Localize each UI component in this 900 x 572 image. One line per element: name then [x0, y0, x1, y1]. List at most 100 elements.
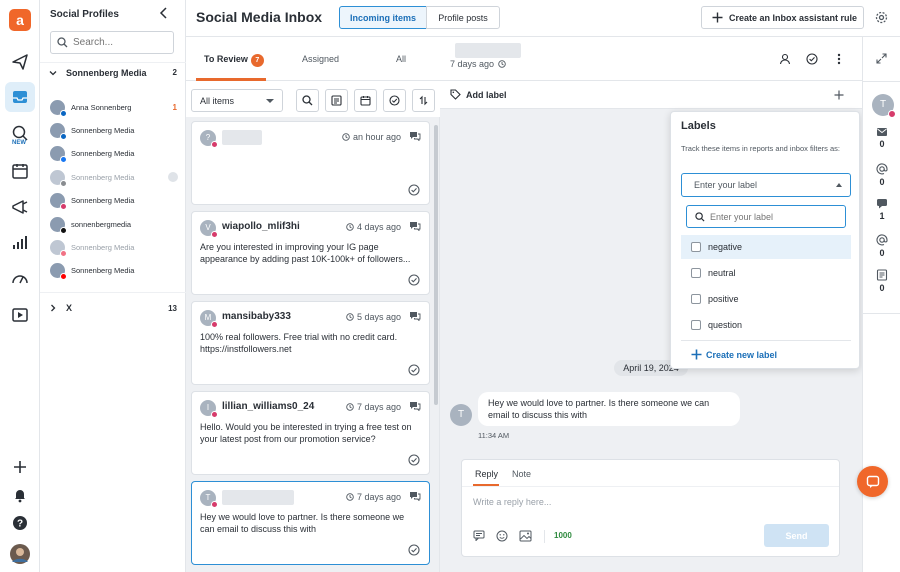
profile-group-sonnenberg[interactable]: Sonnenberg Media 2 [40, 62, 186, 82]
tab-profile-posts[interactable]: Profile posts [426, 6, 500, 29]
label-select[interactable]: Enter your label [681, 173, 851, 197]
tab-incoming-items[interactable]: Incoming items [339, 6, 427, 29]
add-icon[interactable] [5, 452, 35, 482]
image-attach-icon[interactable] [519, 530, 532, 542]
profile-item[interactable]: sonnenbergmedia [40, 214, 186, 234]
profile-item[interactable]: Sonnenberg Media [40, 191, 186, 211]
reply-composer: Reply Note 1000 Send [461, 459, 840, 557]
tab-reply[interactable]: Reply [475, 469, 498, 479]
checkbox[interactable] [691, 268, 701, 278]
label-option-question[interactable]: question [681, 313, 851, 337]
calendar-icon [360, 95, 371, 106]
svg-text:?: ? [17, 519, 23, 530]
main-nav-rail: a NEW ? [0, 0, 40, 572]
tab-to-review[interactable]: To Review 7 [204, 54, 264, 67]
message-card[interactable]: Mmansibaby333 5 days ago 100% real followe… [191, 301, 430, 385]
reply-input[interactable] [473, 497, 773, 507]
search-icon [695, 211, 705, 222]
help-icon[interactable]: ? [5, 508, 35, 538]
mark-reviewed-icon[interactable] [408, 454, 420, 466]
profile-search[interactable] [50, 31, 174, 54]
message-card[interactable]: Vwiapollo_mlif3hi 4 days ago Are you inter… [191, 211, 430, 295]
stat-item[interactable]: 1 [863, 198, 900, 221]
emoji-icon[interactable] [496, 530, 508, 542]
label-option-neutral[interactable]: neutral [681, 261, 851, 285]
saved-replies-icon[interactable] [473, 530, 485, 541]
label-option-negative[interactable]: negative [681, 235, 851, 259]
message-card[interactable]: ? an hour ago [191, 121, 430, 205]
date-filter-button[interactable] [354, 89, 377, 112]
filter-value: All items [200, 95, 235, 106]
checkbox[interactable] [691, 294, 701, 304]
performance-icon[interactable] [5, 264, 35, 294]
assign-user-icon[interactable] [779, 53, 791, 65]
profile-item[interactable]: Sonnenberg Media [40, 237, 186, 257]
profile-item[interactable]: Sonnenberg Media [40, 120, 186, 140]
profile-item[interactable]: Anna Sonnenberg 1 [40, 97, 186, 117]
campaign-icon[interactable] [5, 192, 35, 222]
profile-item[interactable]: Sonnenberg Media [40, 144, 186, 164]
favorite-icon[interactable] [168, 172, 178, 183]
message-card[interactable]: T 7 days ago Hey we would love to partner.… [191, 481, 430, 565]
create-new-label-button[interactable]: Create new label [691, 349, 777, 360]
item-filter-select[interactable]: All items [191, 89, 283, 112]
send-button[interactable]: Send [764, 524, 829, 547]
instagram-icon [211, 231, 218, 238]
label-search[interactable] [686, 205, 846, 228]
collapse-panel-icon[interactable] [158, 7, 170, 19]
label-search-input[interactable] [710, 211, 830, 222]
label-option-positive[interactable]: positive [681, 287, 851, 311]
checkbox[interactable] [691, 242, 701, 252]
analytics-icon[interactable] [5, 228, 35, 258]
stat-item[interactable]: 0 [863, 127, 900, 149]
message-time: 11:34 AM [478, 431, 510, 440]
user-avatar[interactable] [5, 539, 35, 569]
tab-assigned[interactable]: Assigned [302, 54, 339, 64]
media-library-icon[interactable] [5, 300, 35, 330]
notifications-icon[interactable] [5, 480, 35, 510]
tab-all[interactable]: All [396, 54, 406, 64]
expand-icon[interactable] [876, 53, 887, 64]
group-count: 13 [168, 303, 177, 313]
more-options-icon[interactable] [837, 53, 841, 65]
message-card[interactable]: Ilillian_williams0_24 7 days ago Hello. Wo… [191, 391, 430, 475]
mark-reviewed-icon[interactable] [408, 544, 420, 556]
mark-reviewed-button[interactable] [383, 89, 406, 112]
profile-item[interactable]: Sonnenberg Media [40, 167, 186, 187]
sort-button[interactable] [412, 89, 435, 112]
profile-search-input[interactable] [73, 37, 163, 48]
instagram-icon [211, 321, 218, 328]
stat-value: 0 [879, 176, 885, 187]
new-badge: NEW [12, 140, 26, 146]
conversation-header: 7 days ago [440, 37, 862, 81]
stat-item[interactable]: 0 [863, 162, 900, 187]
mark-reviewed-icon[interactable] [408, 364, 420, 376]
clock-icon [346, 403, 354, 411]
check-circle-icon[interactable] [806, 53, 818, 65]
mark-reviewed-icon[interactable] [408, 184, 420, 196]
list-scrollbar[interactable] [434, 125, 438, 405]
time-text: 7 days ago [356, 402, 401, 412]
search-messages-button[interactable] [296, 89, 319, 112]
add-label-button[interactable]: Add label [450, 89, 507, 100]
stat-item[interactable]: 0 [863, 233, 900, 258]
inbox-icon[interactable] [5, 82, 35, 112]
tab-note[interactable]: Note [512, 469, 531, 479]
plus-icon[interactable] [834, 90, 844, 100]
filter-profiles-button[interactable] [325, 89, 348, 112]
gear-icon[interactable] [875, 11, 888, 24]
stat-item[interactable]: 0 [863, 269, 900, 293]
checkbox[interactable] [691, 320, 701, 330]
profile-item[interactable]: Sonnenberg Media [40, 261, 186, 281]
search-icon [57, 37, 68, 48]
chat-support-button[interactable] [857, 466, 888, 497]
compose-icon[interactable] [5, 47, 35, 77]
calendar-icon[interactable] [5, 156, 35, 186]
mark-reviewed-icon[interactable] [408, 274, 420, 286]
message-time: an hour ago [342, 132, 401, 142]
create-assistant-rule-button[interactable]: Create an Inbox assistant rule [701, 6, 864, 29]
sort-icon [418, 95, 429, 106]
clock-icon [346, 313, 354, 321]
app-logo-icon[interactable]: a [5, 5, 35, 35]
profile-group-x[interactable]: X 13 [40, 298, 186, 318]
